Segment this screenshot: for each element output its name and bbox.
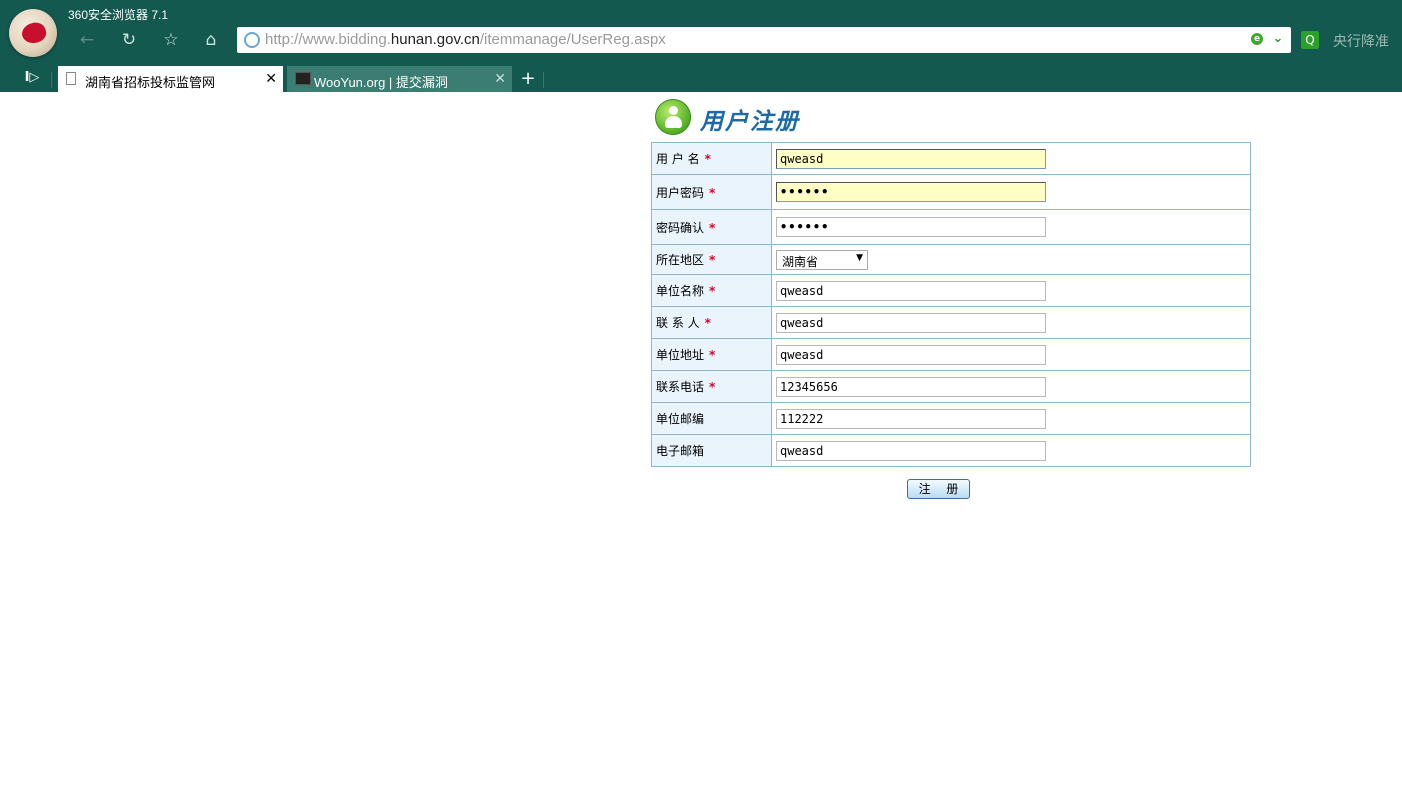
field-label: 密码确认 * [651, 209, 772, 245]
required-mark: * [709, 220, 716, 235]
url-domain: hunan.gov.cn [390, 31, 480, 48]
search-input[interactable]: 央行降准 [1333, 31, 1389, 51]
chevron-down-icon[interactable]: ⌄ [1271, 30, 1285, 48]
page-icon [66, 72, 76, 85]
label-text: 密码确认 [656, 220, 705, 235]
sidebar-toggle-icon[interactable]: I▷ [24, 69, 40, 87]
user-icon [655, 99, 691, 135]
close-icon[interactable]: ✕ [265, 70, 277, 86]
url-text[interactable]: http://www.bidding.hunan.gov.cn/itemmana… [265, 31, 666, 48]
region-select[interactable]: 湖南省 ▼ [776, 249, 868, 270]
form-row: 用户密码 * [651, 174, 1251, 210]
field-label: 联系电话 * [651, 370, 772, 403]
label-text: 联 系 人 [656, 316, 700, 330]
label-text: 用户密码 [656, 185, 705, 200]
divider [543, 72, 544, 88]
close-icon[interactable]: ✕ [494, 70, 506, 86]
required-mark: * [709, 380, 716, 394]
label-text: 用 户 名 [656, 152, 700, 166]
contact-person-input[interactable] [776, 312, 1046, 333]
field-cell [771, 274, 1251, 307]
label-text: 联系电话 [656, 380, 705, 394]
form-row: 密码确认 * [651, 209, 1251, 245]
field-label: 电子邮箱 [651, 434, 772, 467]
page-title: 用户注册 [700, 109, 800, 135]
form-row: 单位地址 * [651, 338, 1251, 371]
form-row: 单位邮编 [651, 402, 1251, 435]
field-label: 单位邮编 [651, 402, 772, 435]
field-label: 用户密码 * [651, 174, 772, 210]
field-label: 所在地区 * [651, 244, 772, 275]
label-text: 单位地址 [656, 348, 705, 362]
field-cell [771, 142, 1251, 175]
label-text: 电子邮箱 [656, 444, 705, 458]
field-label: 单位名称 * [651, 274, 772, 307]
360-logo-icon[interactable] [9, 9, 57, 57]
field-cell [771, 370, 1251, 403]
field-cell [771, 402, 1251, 435]
required-mark: * [709, 284, 716, 298]
label-text: 单位名称 [656, 284, 705, 298]
phone-input[interactable] [776, 376, 1046, 397]
field-cell [771, 209, 1251, 245]
company-address-input[interactable] [776, 344, 1046, 365]
new-tab-button[interactable]: + [518, 68, 538, 90]
field-cell [771, 306, 1251, 339]
required-mark: * [709, 253, 716, 267]
email-input[interactable] [776, 440, 1046, 461]
password-input[interactable] [776, 182, 1046, 202]
reload-button[interactable]: ↻ [117, 29, 141, 51]
password-confirm-input[interactable] [776, 217, 1046, 237]
search-engine-icon[interactable]: Q [1301, 31, 1319, 49]
star-icon: ☆ [163, 30, 179, 50]
wooyun-favicon-icon [295, 72, 311, 85]
required-mark: * [704, 316, 711, 330]
tab-wooyun[interactable]: WooYun.org | 提交漏洞 ✕ [287, 66, 512, 92]
home-button[interactable]: ⌂ [199, 29, 223, 51]
register-button[interactable]: 注 册 [907, 479, 970, 499]
field-cell [771, 434, 1251, 467]
form-row: 联 系 人 * [651, 306, 1251, 339]
url-prefix: http://www.bidding. [265, 31, 391, 48]
field-label: 用 户 名 * [651, 142, 772, 175]
field-label: 单位地址 * [651, 338, 772, 371]
company-name-input[interactable] [776, 280, 1046, 301]
label-text: 所在地区 [656, 253, 705, 267]
page-security-icon [244, 32, 260, 48]
registration-form: 用 户 名 * 用户密码 * 密码确认 * 所在地区 * 湖南省 ▼ 单位名称 * 联 系 … [651, 142, 1251, 467]
back-button[interactable]: ← [75, 29, 99, 51]
caret-down-icon: ▼ [856, 252, 863, 263]
browser-title: 360安全浏览器 7.1 [68, 8, 169, 22]
username-input[interactable] [776, 148, 1046, 169]
postcode-input[interactable] [776, 408, 1046, 429]
field-cell: 湖南省 ▼ [771, 244, 1251, 275]
address-bar[interactable]: http://www.bidding.hunan.gov.cn/itemmana… [237, 27, 1291, 53]
form-row: 单位名称 * [651, 274, 1251, 307]
back-arrow-icon: ← [79, 30, 95, 50]
required-mark: * [709, 348, 716, 362]
form-row: 联系电话 * [651, 370, 1251, 403]
reload-icon: ↻ [121, 30, 137, 50]
compat-mode-icon[interactable]: e [1251, 33, 1263, 45]
label-text: 单位邮编 [656, 412, 705, 426]
tab-hunan-bidding[interactable]: 湖南省招标投标监管网 ✕ [58, 66, 283, 92]
select-value: 湖南省 [782, 254, 819, 269]
field-cell [771, 338, 1251, 371]
home-icon: ⌂ [205, 30, 217, 50]
field-label: 联 系 人 * [651, 306, 772, 339]
favorite-button[interactable]: ☆ [159, 29, 183, 51]
form-row: 所在地区 * 湖南省 ▼ [651, 244, 1251, 275]
browser-chrome: 360安全浏览器 7.1 ← ↻ ☆ ⌂ http://www.bidding.… [0, 0, 1402, 92]
form-row: 用 户 名 * [651, 142, 1251, 175]
tab-label: WooYun.org | 提交漏洞 [314, 75, 448, 90]
url-path: /itemmanage/UserReg.aspx [479, 31, 666, 48]
required-mark: * [709, 185, 716, 200]
form-row: 电子邮箱 [651, 434, 1251, 467]
required-mark: * [704, 152, 711, 166]
divider [51, 72, 52, 88]
field-cell [771, 174, 1251, 210]
tab-label: 湖南省招标投标监管网 [85, 75, 216, 90]
